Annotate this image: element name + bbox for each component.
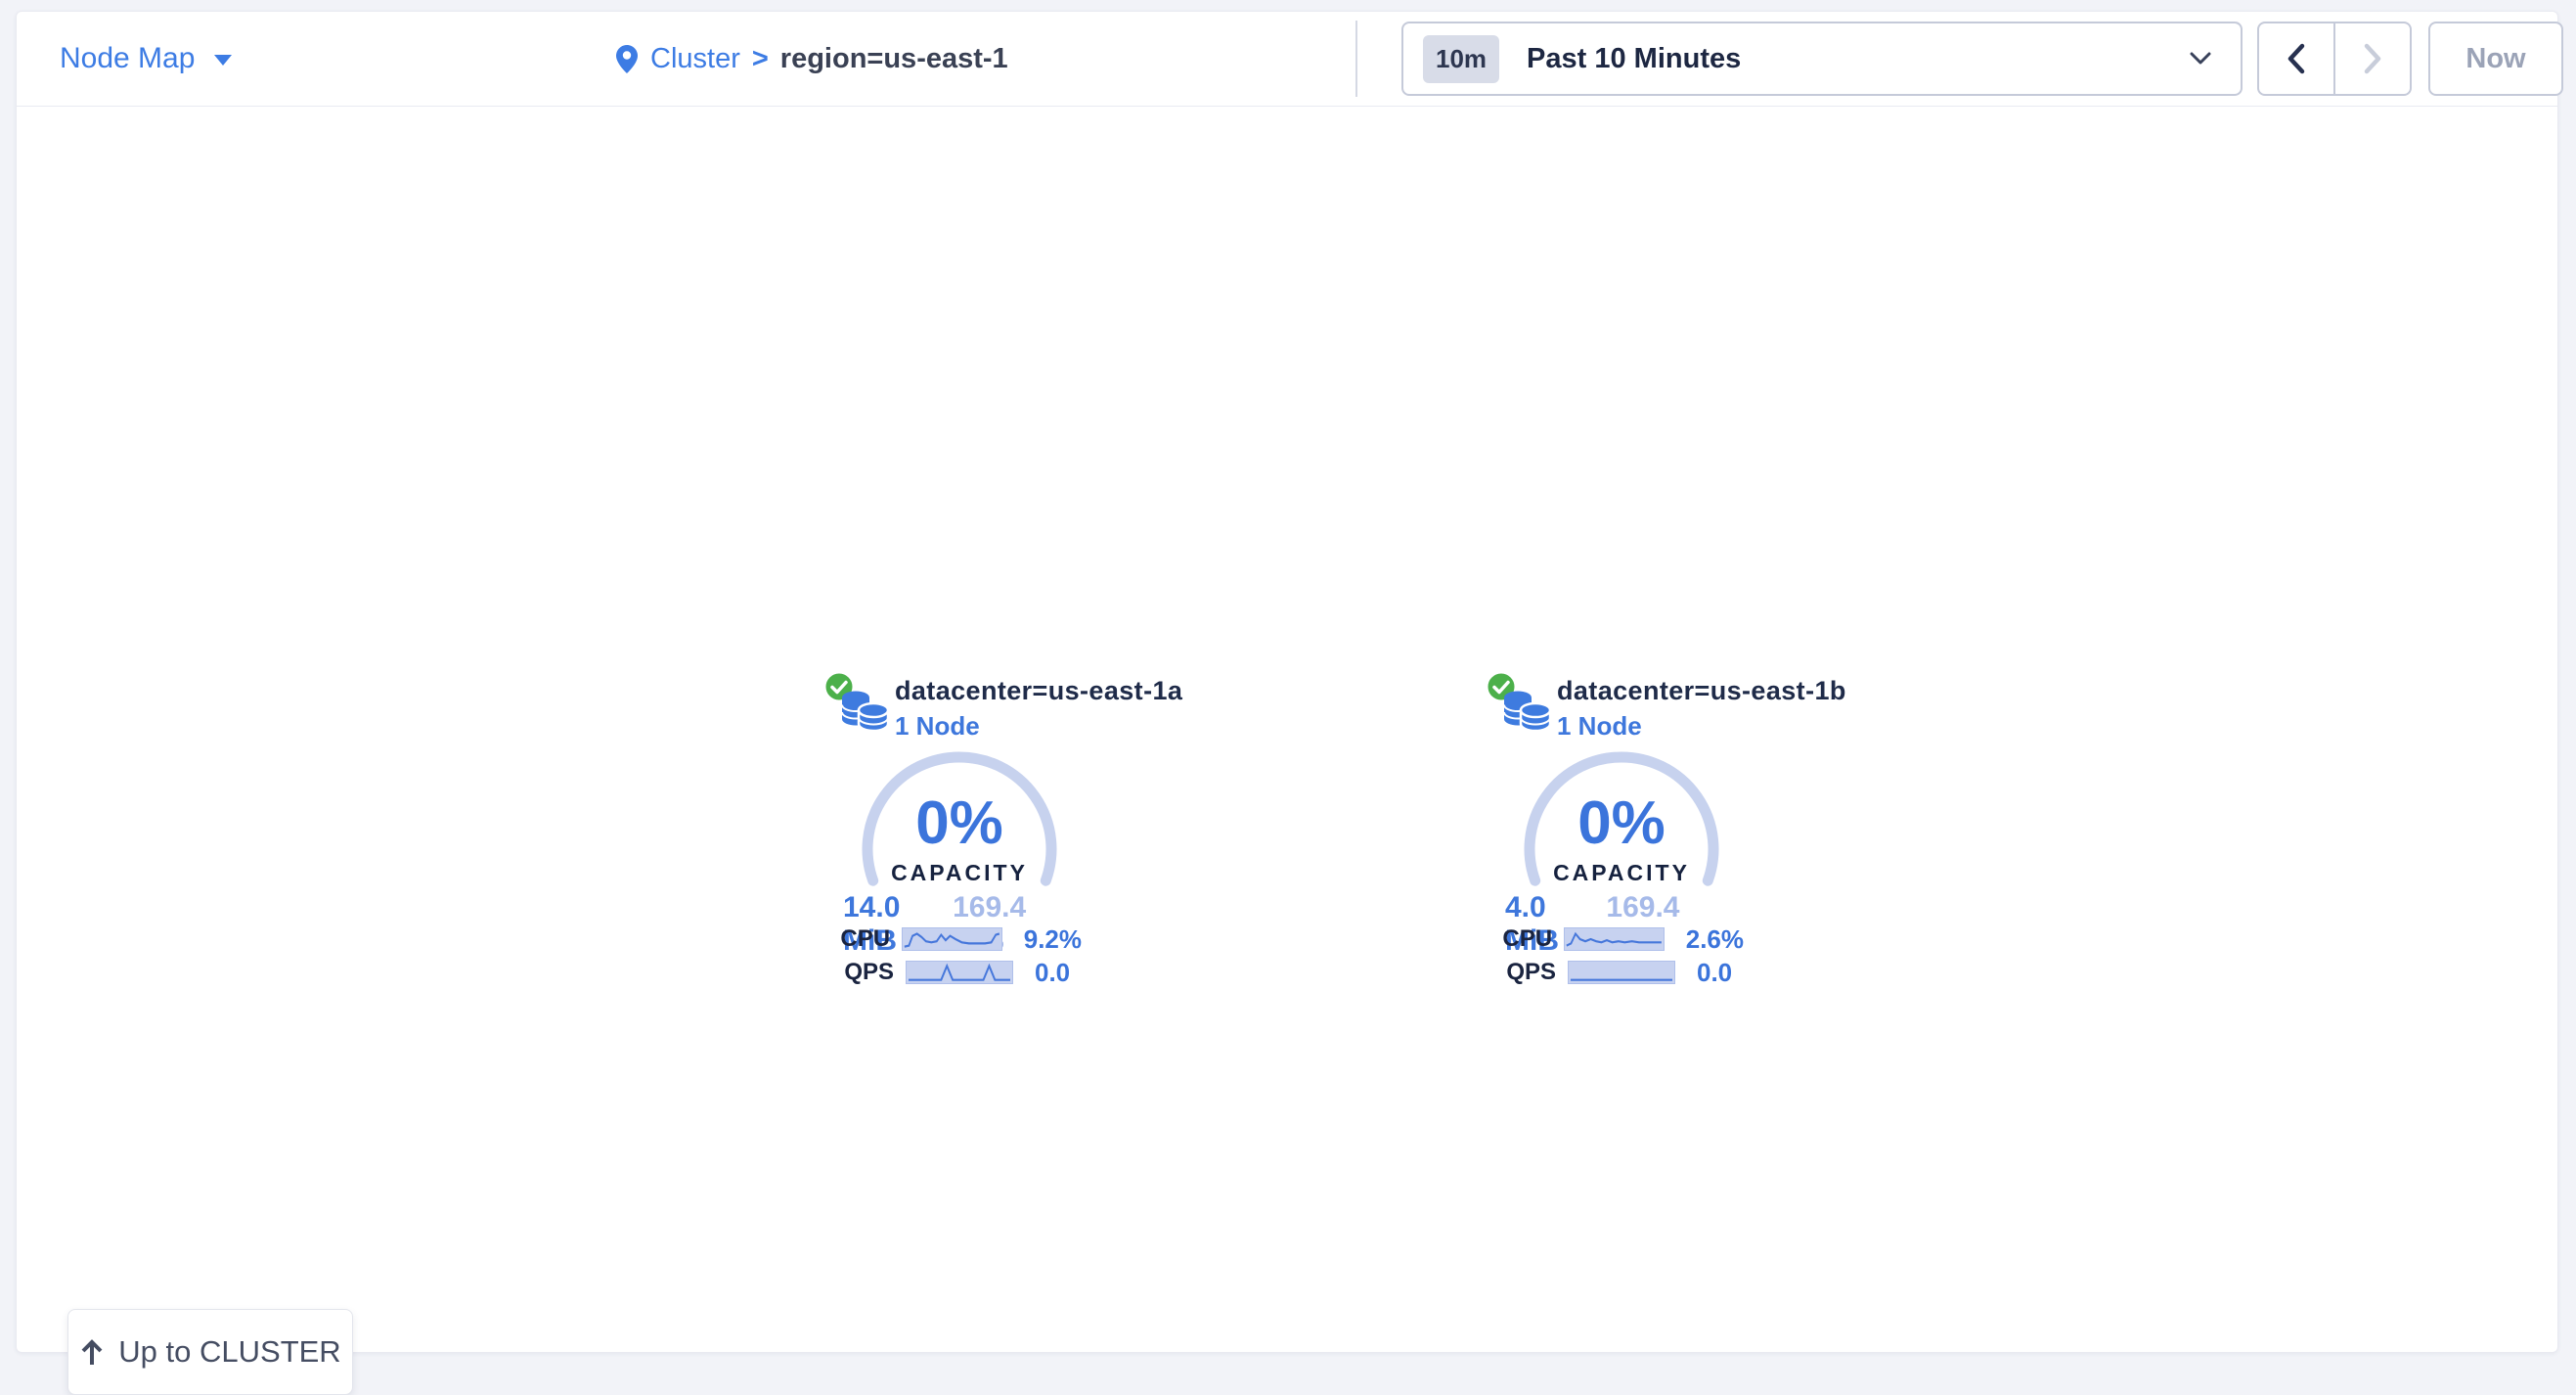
datacenter-nodes-link[interactable]: 1 Node bbox=[1557, 711, 1642, 742]
breadcrumb-current-location: region=us-east-1 bbox=[780, 43, 1008, 75]
header-bar: Node Map Cluster > region=us-east-1 10m … bbox=[17, 12, 2557, 107]
cpu-sparkline bbox=[1564, 927, 1665, 951]
time-range-badge: 10m bbox=[1423, 35, 1499, 83]
cpu-sparkline bbox=[902, 927, 1002, 951]
datacenter-title: datacenter=us-east-1b bbox=[1557, 676, 1846, 706]
now-button[interactable]: Now bbox=[2428, 22, 2563, 96]
breadcrumb-separator: > bbox=[752, 43, 769, 75]
capacity-percent: 0% bbox=[1499, 793, 1744, 854]
qps-value: 0.0 bbox=[1697, 958, 1732, 988]
location-pin-icon bbox=[615, 44, 639, 74]
view-selector-dropdown[interactable]: Node Map bbox=[60, 12, 232, 106]
datacenter-card: datacenter=us-east-1b 1 Node 0% CAPACITY… bbox=[1499, 668, 1744, 1001]
view-selector-label: Node Map bbox=[60, 42, 195, 75]
chevron-right-icon bbox=[2363, 43, 2382, 74]
qps-value: 0.0 bbox=[1035, 958, 1070, 988]
datacenter-card: datacenter=us-east-1a 1 Node 0% CAPACITY… bbox=[837, 668, 1082, 1001]
datacenter-title: datacenter=us-east-1a bbox=[895, 676, 1182, 706]
chevron-down-icon bbox=[2190, 52, 2211, 66]
time-prev-button[interactable] bbox=[2259, 23, 2335, 94]
capacity-caption: CAPACITY bbox=[1499, 860, 1744, 886]
cpu-metric-row: CPU 2.6% bbox=[1499, 926, 1744, 952]
caret-down-icon bbox=[214, 55, 232, 66]
cpu-metric-row: CPU 9.2% bbox=[837, 926, 1082, 952]
qps-sparkline bbox=[1568, 961, 1675, 984]
node-map-panel: Node Map Cluster > region=us-east-1 10m … bbox=[16, 11, 2558, 1353]
datacenter-icon[interactable] bbox=[839, 689, 890, 734]
cpu-label: CPU bbox=[837, 925, 890, 953]
time-next-button[interactable] bbox=[2335, 23, 2410, 94]
breadcrumb: Cluster > region=us-east-1 bbox=[615, 12, 1008, 106]
qps-sparkline bbox=[906, 961, 1013, 984]
datacenter-icon[interactable] bbox=[1501, 689, 1552, 734]
arrow-up-icon bbox=[79, 1337, 105, 1367]
qps-label: QPS bbox=[1499, 959, 1556, 986]
capacity-percent: 0% bbox=[837, 793, 1082, 854]
cpu-label: CPU bbox=[1499, 925, 1552, 953]
breadcrumb-cluster-link[interactable]: Cluster bbox=[650, 43, 740, 75]
time-nav-group bbox=[2257, 22, 2412, 96]
node-map-canvas: datacenter=us-east-1a 1 Node 0% CAPACITY… bbox=[17, 107, 2557, 1353]
capacity-caption: CAPACITY bbox=[837, 860, 1082, 886]
datacenter-nodes-link[interactable]: 1 Node bbox=[895, 711, 980, 742]
chevron-left-icon bbox=[2287, 43, 2306, 74]
header-divider bbox=[1355, 21, 1357, 97]
qps-metric-row: QPS 0.0 bbox=[837, 960, 1082, 985]
up-to-cluster-button[interactable]: Up to CLUSTER bbox=[67, 1309, 353, 1395]
time-range-dropdown[interactable]: 10m Past 10 Minutes bbox=[1401, 22, 2243, 96]
qps-label: QPS bbox=[837, 959, 894, 986]
cpu-value: 9.2% bbox=[1024, 924, 1082, 955]
up-to-cluster-label: Up to CLUSTER bbox=[118, 1334, 340, 1370]
qps-metric-row: QPS 0.0 bbox=[1499, 960, 1744, 985]
time-range-label: Past 10 Minutes bbox=[1527, 43, 1741, 75]
cpu-value: 2.6% bbox=[1686, 924, 1744, 955]
